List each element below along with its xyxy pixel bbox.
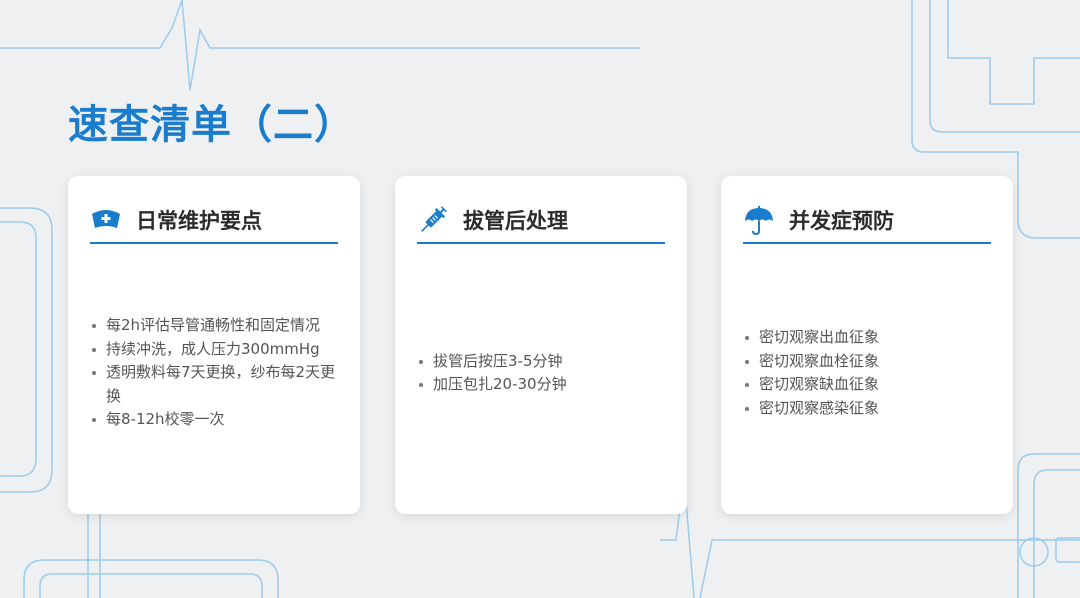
- card-body: 密切观察出血征象 密切观察血栓征象 密切观察缺血征象 密切观察感染征象: [743, 242, 997, 504]
- card-daily-maintenance: 日常维护要点 每2h评估导管通畅性和固定情况 持续冲洗，成人压力300mmHg …: [68, 176, 360, 514]
- list-item: 每8-12h校零一次: [90, 408, 344, 432]
- syringe-icon: [417, 203, 451, 237]
- list-item: 加压包扎20-30分钟: [417, 373, 671, 397]
- card-header: 并发症预防: [743, 198, 991, 244]
- card-body: 拔管后按压3-5分钟 加压包扎20-30分钟: [417, 242, 671, 504]
- bullet-list: 拔管后按压3-5分钟 加压包扎20-30分钟: [417, 350, 671, 397]
- list-item: 密切观察血栓征象: [743, 350, 997, 374]
- list-item: 透明敷料每7天更换，纱布每2天更换: [90, 361, 344, 408]
- card-header: 日常维护要点: [90, 198, 338, 244]
- list-item: 密切观察缺血征象: [743, 373, 997, 397]
- card-title: 拔管后处理: [463, 209, 568, 233]
- card-body: 每2h评估导管通畅性和固定情况 持续冲洗，成人压力300mmHg 透明敷料每7天…: [90, 242, 344, 504]
- list-item: 每2h评估导管通畅性和固定情况: [90, 314, 344, 338]
- list-item: 拔管后按压3-5分钟: [417, 350, 671, 374]
- list-item: 密切观察出血征象: [743, 326, 997, 350]
- card-header: 拔管后处理: [417, 198, 665, 244]
- list-item: 密切观察感染征象: [743, 397, 997, 421]
- card-after-extubation: 拔管后处理 拔管后按压3-5分钟 加压包扎20-30分钟: [395, 176, 687, 514]
- card-title: 日常维护要点: [136, 209, 262, 233]
- page-title: 速查清单（二）: [68, 102, 355, 148]
- list-item: 持续冲洗，成人压力300mmHg: [90, 338, 344, 362]
- bullet-list: 密切观察出血征象 密切观察血栓征象 密切观察缺血征象 密切观察感染征象: [743, 326, 997, 420]
- bullet-list: 每2h评估导管通畅性和固定情况 持续冲洗，成人压力300mmHg 透明敷料每7天…: [90, 314, 344, 432]
- umbrella-icon: [743, 203, 777, 237]
- card-complication-prevention: 并发症预防 密切观察出血征象 密切观察血栓征象 密切观察缺血征象 密切观察感染征…: [721, 176, 1013, 514]
- card-title: 并发症预防: [789, 209, 894, 233]
- nurse-cap-icon: [90, 203, 124, 237]
